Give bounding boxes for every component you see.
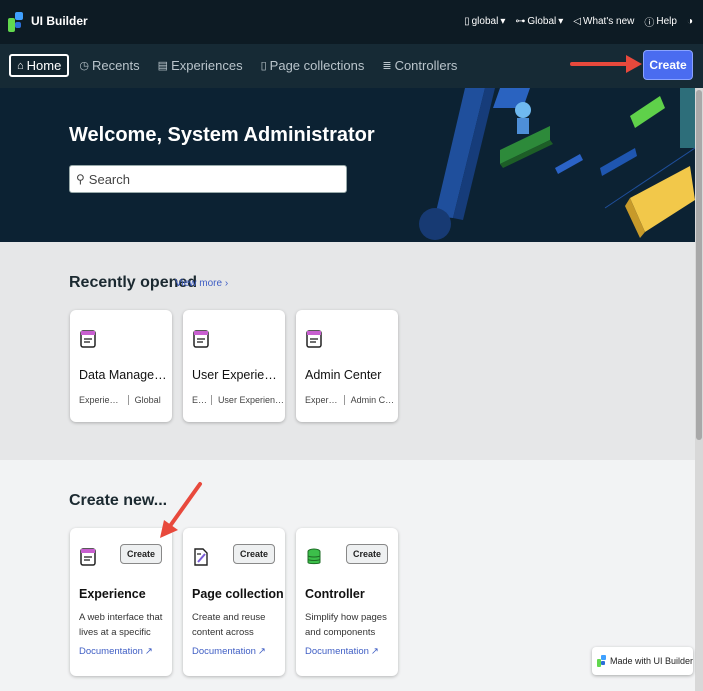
external-link-icon: ↗ xyxy=(144,646,153,657)
external-link-icon: ↗ xyxy=(370,646,379,657)
top-bar: UI Builder ▯ global ▾ ⊶ Global ▾ ◁ What'… xyxy=(0,0,703,44)
tab-controllers-label: Controllers xyxy=(394,58,458,73)
contrast-icon: ◑ xyxy=(686,16,693,27)
view-more-link[interactable]: View more › xyxy=(175,278,228,289)
create-card-description: Simplify how pages and components xyxy=(305,612,387,638)
tab-recents-label: Recents xyxy=(91,58,140,73)
documentation-link[interactable]: Documentation ↗ xyxy=(305,646,379,657)
robot-arm-illustration xyxy=(419,88,695,240)
page-icon: ▯ xyxy=(260,60,267,72)
made-with-badge[interactable]: Made with UI Builder xyxy=(592,647,693,675)
recent-card[interactable]: Admin Center Experi... Admin Ce... xyxy=(296,310,398,422)
megaphone-icon: ◁ xyxy=(573,16,581,27)
domain-label: Global xyxy=(527,16,557,27)
help-circle-icon: ⓘ xyxy=(644,18,655,29)
create-card-title: Page collection xyxy=(192,587,284,601)
documentation-label: Documentation xyxy=(305,646,369,657)
recent-card-scope: Global xyxy=(134,395,161,405)
recent-card-title: Data Manageme... xyxy=(79,368,169,382)
tab-page-collections-label: Page collections xyxy=(269,58,365,73)
documentation-label: Documentation xyxy=(79,646,143,657)
tree-icon: ⊶ xyxy=(515,16,526,27)
scope-label: global xyxy=(471,16,499,27)
create-experience-button[interactable]: Create xyxy=(119,544,162,564)
recent-card[interactable]: Data Manageme... Experience Global xyxy=(70,310,172,422)
welcome-heading: Welcome, System Administrator xyxy=(69,124,375,146)
create-card-description: A web interface that lives at a specific… xyxy=(79,612,163,638)
search-input[interactable]: ⚲ Search xyxy=(69,165,347,193)
ui-builder-logo xyxy=(597,655,606,667)
recent-card-title: User Experience ... xyxy=(192,368,282,382)
search-placeholder: Search xyxy=(88,171,130,187)
create-card-title: Controller xyxy=(305,587,365,601)
create-controller-button[interactable]: Create xyxy=(345,544,388,564)
tab-home[interactable]: ⌂ Home xyxy=(9,54,70,77)
app-title: UI Builder xyxy=(31,14,88,28)
domain-picker[interactable]: ⊶ Global ▾ xyxy=(515,16,563,27)
theme-toggle[interactable]: ◑ xyxy=(687,16,693,27)
tab-home-label: Home xyxy=(26,58,62,73)
search-icon: ⚲ xyxy=(76,172,85,186)
tab-experiences-label: Experiences xyxy=(171,58,243,73)
help-link[interactable]: ⓘ Help xyxy=(644,14,677,29)
scope-picker[interactable]: ▯ global ▾ xyxy=(464,16,505,27)
history-icon: ◷ xyxy=(79,60,89,72)
view-more-label: View more xyxy=(175,278,223,289)
whats-new-link[interactable]: ◁ What's new xyxy=(573,16,634,27)
recent-card-type: E... xyxy=(192,395,212,405)
documentation-link[interactable]: Documentation ↗ xyxy=(79,646,153,657)
external-link-icon: ↗ xyxy=(257,646,266,657)
page-collection-icon xyxy=(194,548,208,566)
recent-card-title: Admin Center xyxy=(305,368,382,382)
recent-card-type: Experience xyxy=(79,395,129,405)
recent-card-type: Experi... xyxy=(305,395,345,405)
create-new-heading: Create new... xyxy=(69,492,168,509)
ui-builder-logo xyxy=(8,12,28,32)
caret-down-icon: ▾ xyxy=(558,16,564,27)
page-scrollbar[interactable] xyxy=(695,88,703,691)
experience-icon xyxy=(80,330,96,348)
documentation-link[interactable]: Documentation ↗ xyxy=(192,646,266,657)
tab-controllers[interactable]: ≣ Controllers xyxy=(374,55,465,76)
experience-icon xyxy=(80,548,96,566)
create-page-collection-card: Create Page collection Create and reuse … xyxy=(183,528,285,676)
hero-banner: Welcome, System Administrator ⚲ Search xyxy=(0,88,695,242)
recent-card-scope: Admin Ce... xyxy=(350,395,397,405)
home-icon: ⌂ xyxy=(17,59,24,72)
nav-bar: ⌂ Home ◷ Recents ▤ Experiences ▯ Page co… xyxy=(0,44,703,88)
create-page-collection-button[interactable]: Create xyxy=(232,544,275,564)
create-card-description: Create and reuse content across xyxy=(192,612,266,638)
create-controller-card: Create Controller Simplify how pages and… xyxy=(296,528,398,676)
create-experience-card: Create Experience A web interface that l… xyxy=(70,528,172,676)
scrollbar-thumb[interactable] xyxy=(696,90,702,440)
tab-page-collections[interactable]: ▯ Page collections xyxy=(253,55,373,76)
caret-down-icon: ▾ xyxy=(500,16,506,27)
experience-icon xyxy=(193,330,209,348)
document-icon: ▯ xyxy=(464,16,470,27)
experience-icon xyxy=(306,330,322,348)
whats-new-label: What's new xyxy=(583,16,635,27)
documentation-label: Documentation xyxy=(192,646,256,657)
made-with-label: Made with UI Builder xyxy=(609,656,693,666)
database-icon: ≣ xyxy=(382,60,392,72)
tab-recents[interactable]: ◷ Recents xyxy=(71,55,147,76)
database-icon xyxy=(307,548,321,565)
recent-card-scope: User Experienc... xyxy=(217,395,284,405)
chevron-right-icon: › xyxy=(224,278,229,289)
list-icon: ▤ xyxy=(157,60,169,72)
recent-card[interactable]: User Experience ... E... User Experienc.… xyxy=(183,310,285,422)
create-button[interactable]: Create xyxy=(643,50,693,80)
help-label: Help xyxy=(656,16,677,27)
create-card-title: Experience xyxy=(79,587,146,601)
tab-experiences[interactable]: ▤ Experiences xyxy=(150,55,251,76)
